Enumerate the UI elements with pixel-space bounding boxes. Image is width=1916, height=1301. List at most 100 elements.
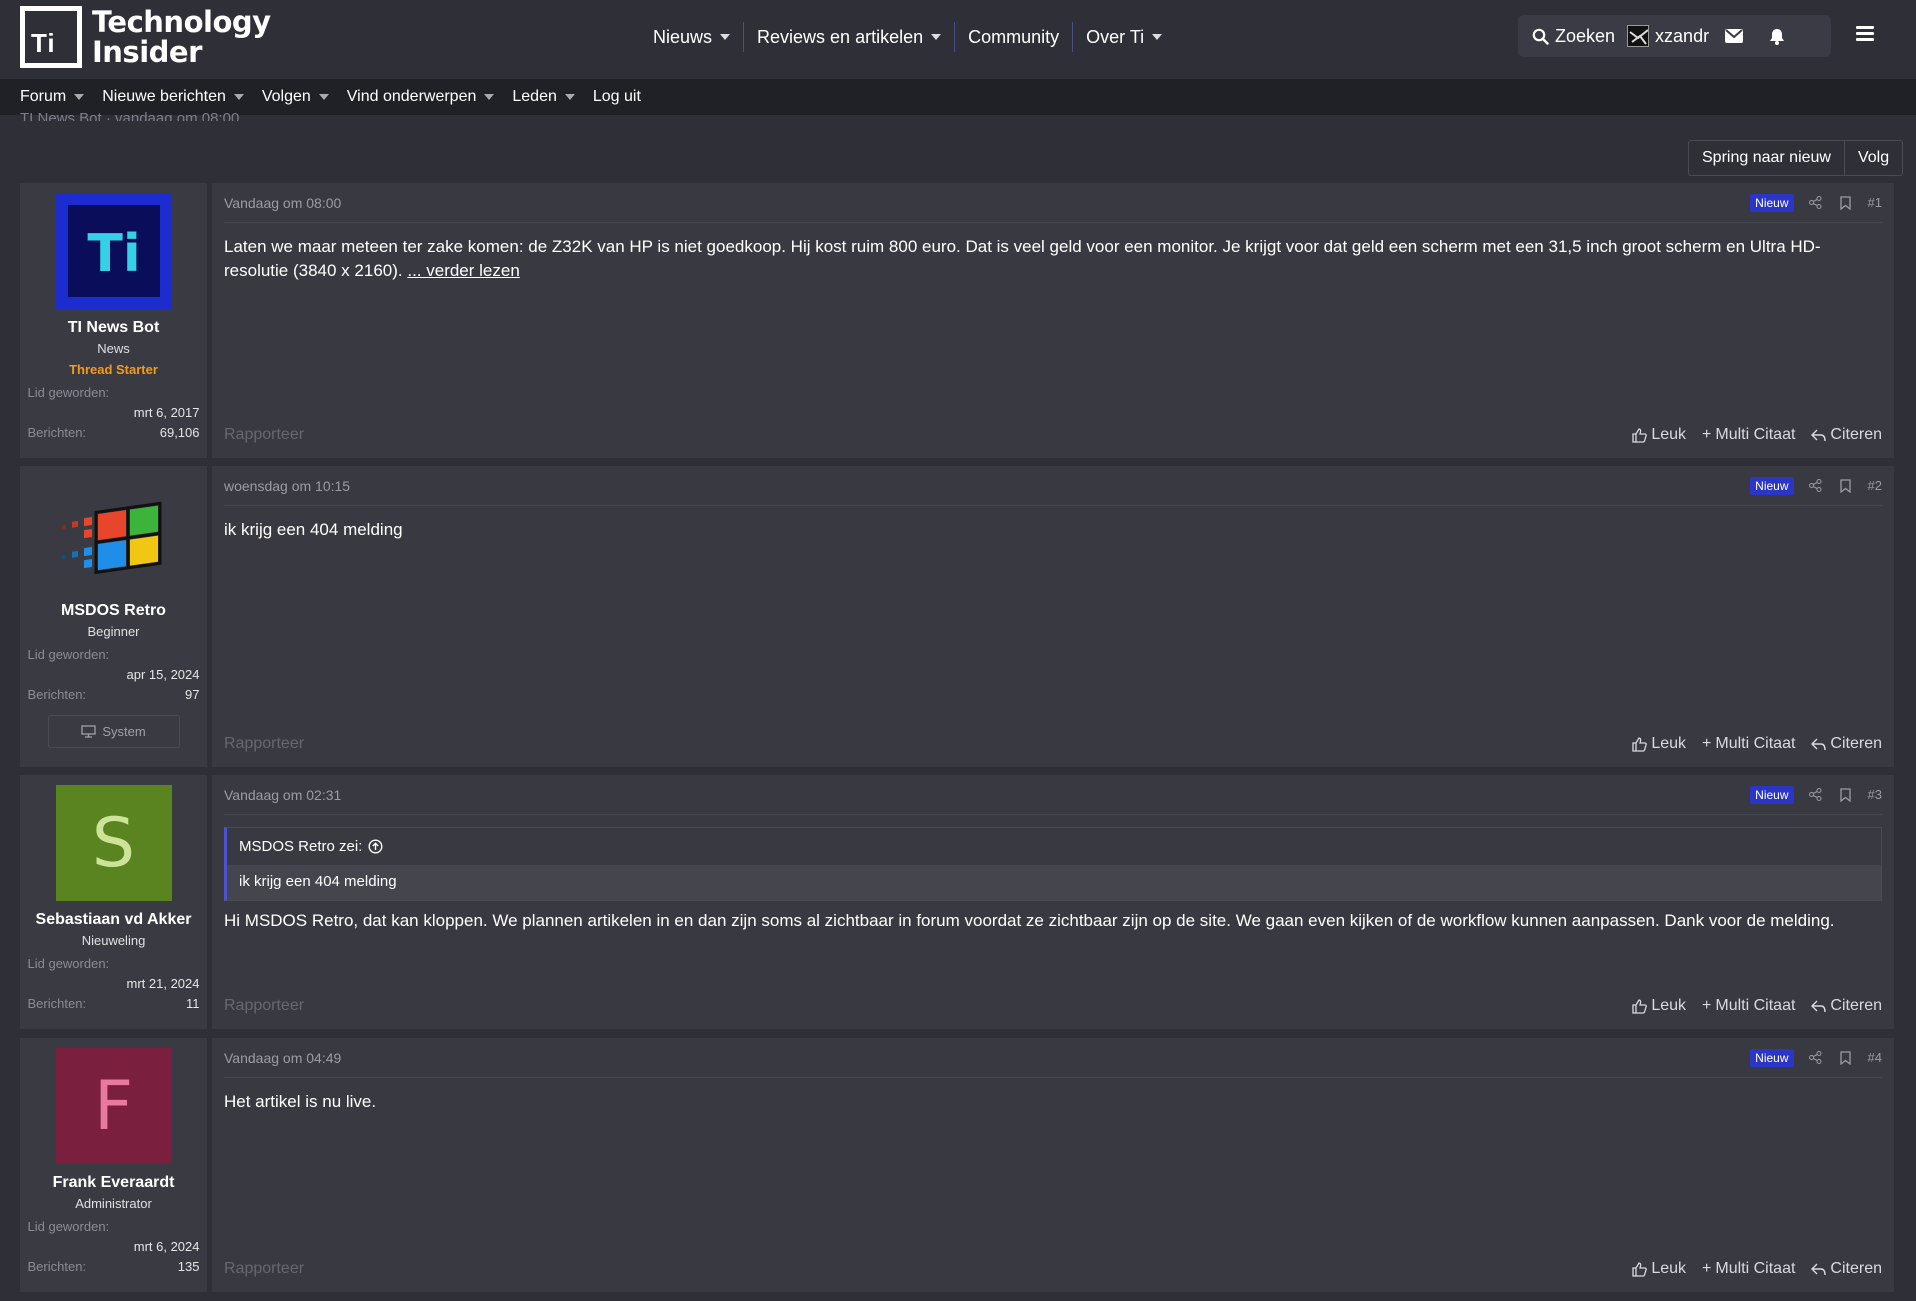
multi-quote-button[interactable]: + Multi Citaat — [1702, 426, 1795, 444]
post-date[interactable]: woensdag om 10:15 — [224, 478, 350, 494]
post-date[interactable]: Vandaag om 02:31 — [224, 787, 341, 803]
menu-toggle[interactable] — [1856, 26, 1874, 44]
joined-value-row: mrt 21, 2024 — [28, 974, 200, 994]
post-number[interactable]: #4 — [1868, 1050, 1882, 1065]
messages-row: Berichten: 69,106 — [28, 423, 200, 443]
messages-value: 69,106 — [159, 425, 200, 440]
site-logo[interactable]: Ti Technology Insider — [20, 6, 271, 68]
joined-row: Lid geworden: — [28, 645, 200, 665]
bookmark-icon[interactable] — [1838, 787, 1854, 803]
search-button[interactable]: Zoeken — [1532, 26, 1615, 47]
quote-button[interactable]: Citeren — [1811, 1260, 1882, 1278]
subnav-forum-label: Forum — [20, 88, 67, 105]
avatar[interactable] — [56, 476, 172, 592]
joined-row: Lid geworden: — [28, 954, 200, 974]
messages-row: Berichten: 135 — [28, 1257, 200, 1277]
bookmark-icon[interactable] — [1838, 1050, 1854, 1066]
search-icon — [1532, 28, 1549, 45]
subnav-new-posts[interactable]: Nieuwe berichten — [102, 88, 244, 106]
messages-value: 135 — [177, 1259, 200, 1274]
subnav-members[interactable]: Leden — [512, 88, 575, 106]
subnav-follow[interactable]: Volgen — [262, 88, 329, 106]
account-menu[interactable]: xzandr — [1627, 25, 1709, 47]
system-info-button[interactable]: System — [47, 715, 180, 748]
messages-label: Berichten: — [27, 1259, 87, 1274]
multi-quote-label: Multi Citaat — [1715, 735, 1796, 752]
report-link[interactable]: Rapporteer — [224, 997, 304, 1015]
messages-label: Berichten: — [27, 996, 87, 1011]
report-link[interactable]: Rapporteer — [224, 426, 304, 444]
user-avatar — [1627, 25, 1650, 47]
author-name[interactable]: MSDOS Retro — [61, 602, 166, 620]
multi-quote-button[interactable]: + Multi Citaat — [1702, 997, 1795, 1015]
multi-quote-button[interactable]: + Multi Citaat — [1702, 1260, 1795, 1278]
follow-button[interactable]: Volg — [1845, 141, 1902, 175]
like-button[interactable]: Leuk — [1632, 997, 1686, 1015]
jump-to-new-button[interactable]: Spring naar nieuw — [1689, 141, 1845, 175]
quote-button[interactable]: Citeren — [1811, 426, 1882, 444]
envelope-icon — [1725, 29, 1744, 43]
read-more-link[interactable]: ... verder lezen — [407, 261, 519, 280]
monitor-icon — [81, 725, 96, 738]
post-header: Vandaag om 04:49 Nieuw #4 — [224, 1038, 1882, 1078]
author-stats: Lid geworden: apr 15, 2024 Berichten: 97 — [28, 645, 200, 705]
author-name[interactable]: Sebastiaan vd Akker — [36, 911, 192, 929]
joined-label: Lid geworden: — [27, 956, 110, 971]
post-number[interactable]: #1 — [1868, 195, 1882, 210]
quote-header[interactable]: MSDOS Retro zei: — [227, 828, 1881, 865]
share-icon[interactable] — [1808, 787, 1824, 803]
bookmark-icon[interactable] — [1838, 478, 1854, 494]
post-number[interactable]: #3 — [1868, 787, 1882, 802]
share-icon[interactable] — [1808, 1050, 1824, 1066]
nav-nieuws[interactable]: Nieuws — [640, 22, 745, 52]
new-badge: Nieuw — [1750, 193, 1794, 212]
post-date[interactable]: Vandaag om 08:00 — [224, 195, 341, 211]
post-footer: Rapporteer Leuk + Multi Citaat Citeren — [224, 426, 1882, 444]
avatar[interactable]: F — [55, 1048, 172, 1164]
post-body: ik krijg een 404 melding — [224, 506, 1882, 542]
joined-row: Lid geworden: — [28, 1217, 200, 1237]
thread-starter-badge: Thread Starter — [69, 362, 158, 377]
messages-value: 11 — [186, 996, 200, 1011]
post-header: woensdag om 10:15 Nieuw #2 — [224, 466, 1882, 506]
joined-value-row: mrt 6, 2017 — [28, 403, 200, 423]
logo-line-1: Technology — [92, 5, 271, 39]
post-content: woensdag om 10:15 Nieuw #2 ik krijg een … — [212, 466, 1894, 767]
author-title: Nieuweling — [81, 933, 146, 948]
author-name[interactable]: Frank Everaardt — [53, 1174, 175, 1192]
plus-icon: + — [1702, 735, 1712, 752]
author-name[interactable]: TI News Bot — [68, 319, 160, 337]
post-number[interactable]: #2 — [1868, 478, 1882, 493]
like-button[interactable]: Leuk — [1632, 735, 1686, 753]
joined-value: apr 15, 2024 — [126, 667, 200, 682]
multi-quote-label: Multi Citaat — [1715, 997, 1796, 1014]
subnav-forum[interactable]: Forum — [20, 88, 85, 106]
post-body: Laten we maar meteen ter zake komen: de … — [224, 223, 1882, 283]
author-stats: Lid geworden: mrt 21, 2024 Berichten: 11 — [28, 954, 200, 1014]
avatar[interactable]: Ti — [55, 193, 172, 309]
nav-reviews[interactable]: Reviews en artikelen — [744, 22, 956, 52]
like-button[interactable]: Leuk — [1632, 426, 1686, 444]
quote-button[interactable]: Citeren — [1811, 997, 1882, 1015]
report-link[interactable]: Rapporteer — [224, 1260, 304, 1278]
forum-subnav: Forum Nieuwe berichten Volgen Vind onder… — [0, 79, 1916, 115]
quote-block: MSDOS Retro zei: ik krijg een 404 meldin… — [224, 827, 1882, 901]
subnav-logout[interactable]: Log uit — [593, 88, 641, 106]
nav-over-ti[interactable]: Over Ti — [1073, 22, 1175, 52]
bookmark-icon[interactable] — [1838, 195, 1854, 211]
share-icon[interactable] — [1808, 478, 1824, 494]
post-date[interactable]: Vandaag om 04:49 — [224, 1050, 341, 1066]
arrow-up-circle-icon[interactable] — [368, 839, 383, 854]
subnav-find-topics[interactable]: Vind onderwerpen — [347, 88, 495, 106]
avatar[interactable]: S — [55, 785, 172, 901]
alerts-button[interactable] — [1769, 28, 1785, 45]
inbox-button[interactable] — [1725, 29, 1744, 43]
reply-icon — [1811, 1000, 1827, 1012]
multi-quote-button[interactable]: + Multi Citaat — [1702, 735, 1795, 753]
share-icon[interactable] — [1808, 195, 1824, 211]
new-badge: Nieuw — [1750, 785, 1794, 804]
nav-community[interactable]: Community — [955, 22, 1074, 52]
report-link[interactable]: Rapporteer — [224, 735, 304, 753]
like-button[interactable]: Leuk — [1632, 1260, 1686, 1278]
quote-button[interactable]: Citeren — [1811, 735, 1882, 753]
